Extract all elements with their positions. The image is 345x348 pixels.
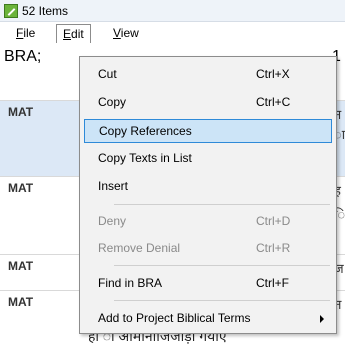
menu-item-copy-texts-in-list[interactable]: Copy Texts in List <box>84 147 332 171</box>
menu-item-shortcut: Ctrl+F <box>256 276 289 290</box>
menu-item-shortcut: Ctrl+C <box>256 95 291 109</box>
menu-item-find-in-bra[interactable]: Find in BRA Ctrl+F <box>84 272 332 296</box>
menu-separator <box>114 265 330 266</box>
row-book-label: MAT <box>8 259 34 273</box>
menu-item-remove-denial: Remove Denial Ctrl+R <box>84 237 332 261</box>
menu-view-label: View <box>113 26 139 40</box>
menu-item-cut[interactable]: Cut Ctrl+X <box>84 63 332 87</box>
menu-file[interactable]: File <box>10 24 41 43</box>
menu-item-label: Cut <box>98 67 117 81</box>
menu-item-shortcut: Ctrl+D <box>256 214 291 228</box>
menu-item-copy[interactable]: Copy Ctrl+C <box>84 91 332 115</box>
menu-view[interactable]: View <box>107 24 145 43</box>
chevron-right-icon <box>320 315 324 323</box>
menu-item-add-to-project-biblical-terms[interactable]: Add to Project Biblical Terms <box>84 307 332 331</box>
menu-separator <box>114 204 330 205</box>
menu-item-label: Copy <box>98 95 127 109</box>
menu-item-label: Remove Denial <box>98 241 181 255</box>
app-icon <box>4 4 18 18</box>
window-title: 52 Items <box>22 4 69 18</box>
menu-item-label: Insert <box>98 179 129 193</box>
row-book-label: MAT <box>8 295 34 309</box>
menu-file-label: File <box>16 26 36 40</box>
list-header-text: BRA; <box>4 48 42 65</box>
menu-item-label: Deny <box>98 214 127 228</box>
menu-bar: File Edit View <box>0 22 345 44</box>
menu-item-deny: Deny Ctrl+D <box>84 210 332 234</box>
menu-item-label: Find in BRA <box>98 276 163 290</box>
row-book-label: MAT <box>8 105 34 119</box>
menu-item-shortcut: Ctrl+R <box>256 241 291 255</box>
menu-item-shortcut: Ctrl+X <box>256 67 290 81</box>
menu-separator <box>114 300 330 301</box>
app-window: 52 Items File Edit View BRA; 1 MAT न ा M… <box>0 0 345 348</box>
menu-item-copy-references[interactable]: Copy References <box>84 119 332 143</box>
edit-menu-dropdown: Cut Ctrl+X Copy Ctrl+C Copy References C… <box>79 56 337 334</box>
row-book-label: MAT <box>8 181 34 195</box>
menu-item-insert[interactable]: Insert <box>84 175 332 199</box>
menu-item-label: Copy Texts in List <box>98 151 192 165</box>
menu-item-label: Copy References <box>99 124 192 138</box>
title-bar: 52 Items <box>0 0 345 22</box>
menu-item-label: Add to Project Biblical Terms <box>98 311 251 325</box>
menu-edit-label: Edit <box>63 27 84 41</box>
menu-edit[interactable]: Edit <box>56 24 91 43</box>
